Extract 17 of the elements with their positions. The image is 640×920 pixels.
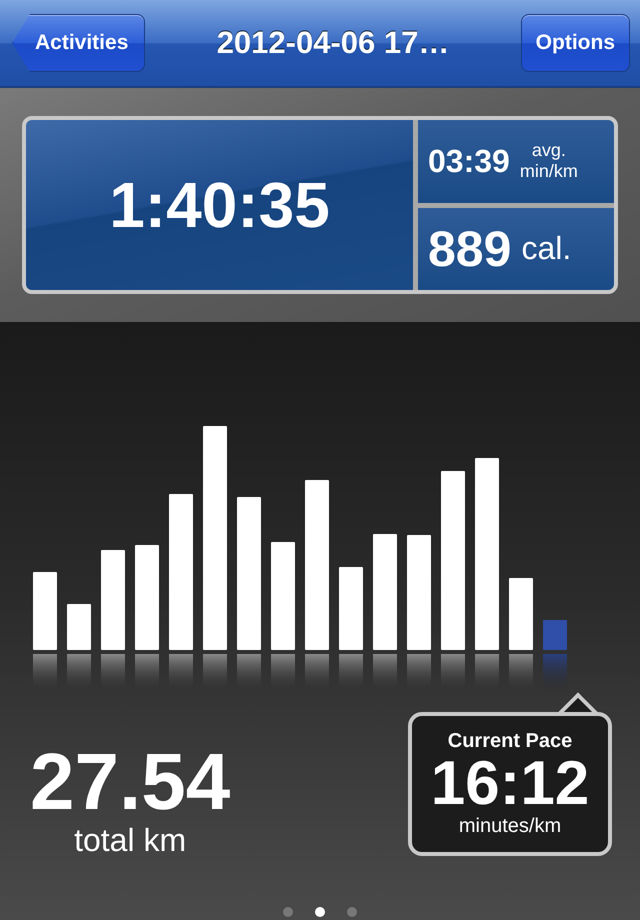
options-button[interactable]: Options bbox=[520, 14, 630, 72]
duration-value: 1:40:35 bbox=[109, 168, 330, 242]
distance-value: 27.54 bbox=[30, 742, 230, 822]
current-pace-label: Current Pace bbox=[448, 730, 572, 753]
current-pace-unit: minutes/km bbox=[458, 815, 562, 838]
page-dot[interactable] bbox=[315, 907, 325, 917]
back-button[interactable]: Activities bbox=[12, 14, 146, 72]
pace-unit: min/km bbox=[520, 161, 578, 182]
current-pace-value: 16:12 bbox=[430, 753, 590, 815]
page-dot[interactable] bbox=[347, 907, 357, 917]
page-dot[interactable] bbox=[283, 907, 293, 917]
calories-value: 889 bbox=[428, 220, 512, 278]
nav-title: 2012-04-06 17… bbox=[216, 25, 450, 61]
calories-unit: cal. bbox=[521, 230, 572, 268]
distance-unit: total km bbox=[74, 822, 186, 859]
pace-value: 03:39 bbox=[428, 142, 510, 180]
pace-unit: avg. bbox=[532, 140, 566, 162]
